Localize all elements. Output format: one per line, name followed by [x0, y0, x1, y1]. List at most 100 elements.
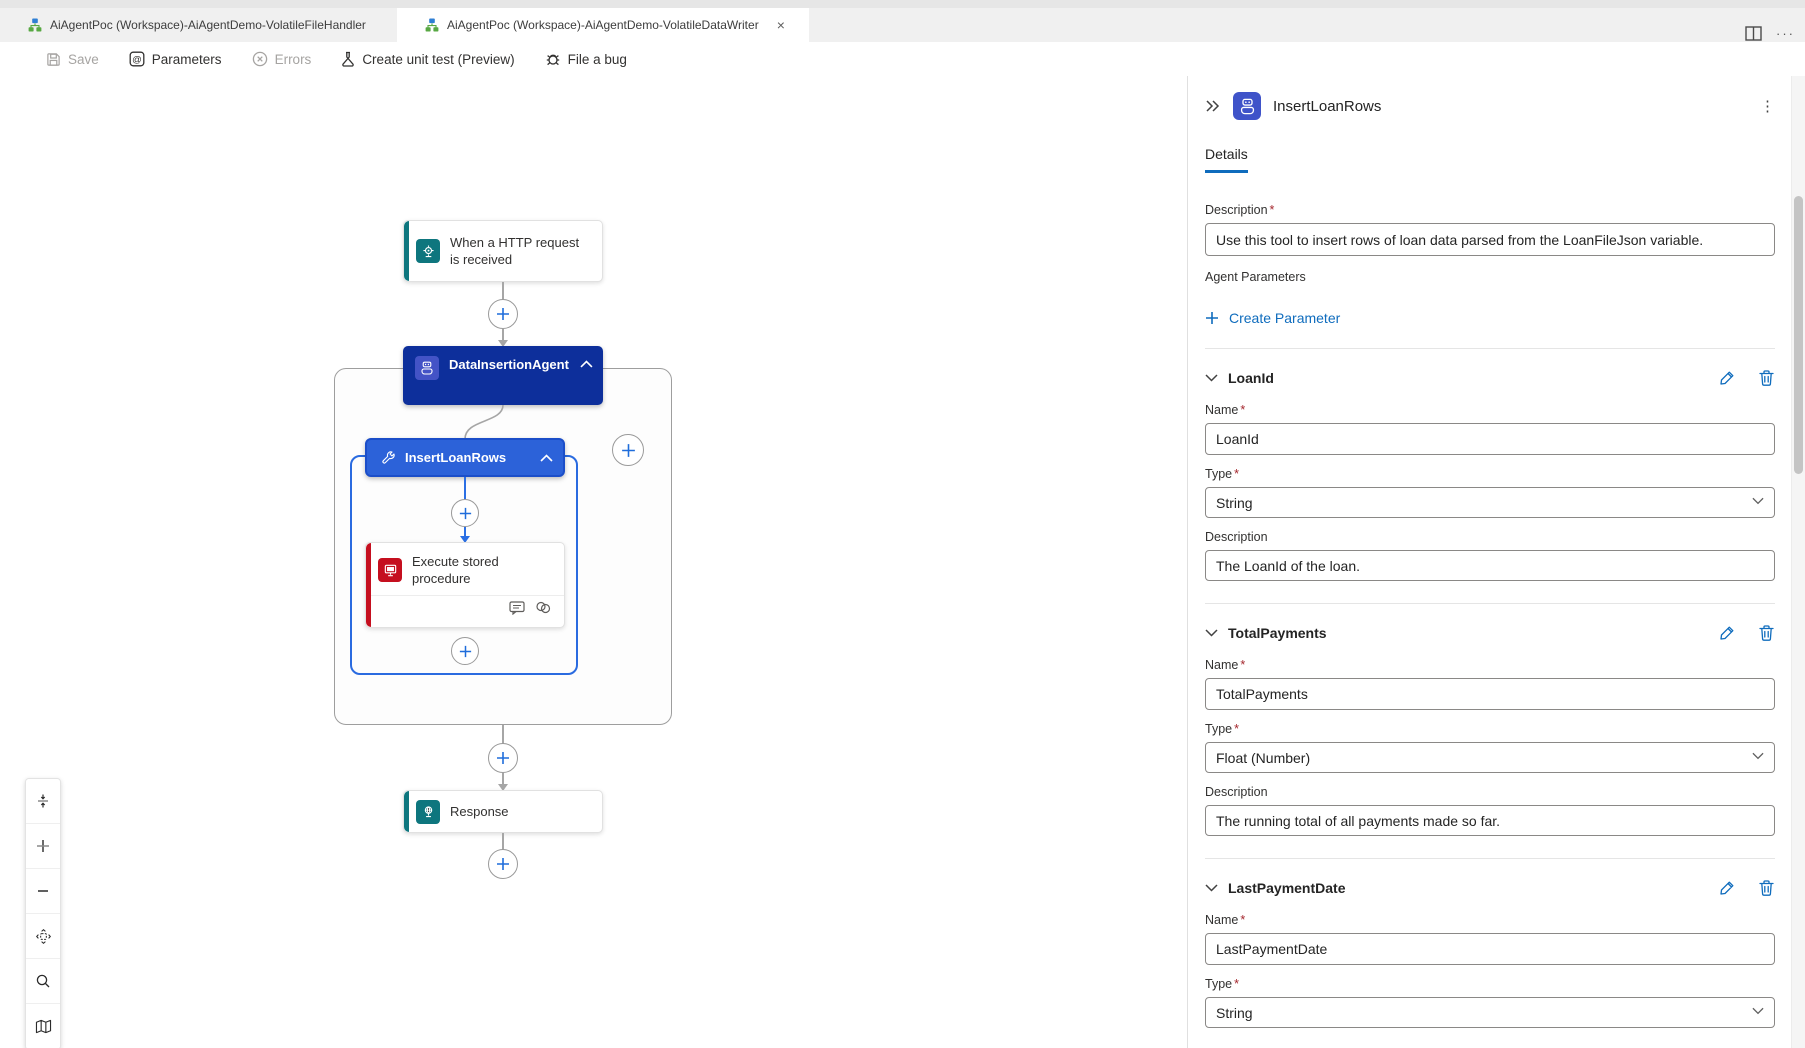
- pencil-icon: [1720, 626, 1734, 640]
- pan-mode-button[interactable]: [26, 914, 60, 959]
- edit-parameter-button[interactable]: [1718, 369, 1736, 387]
- param-description-input[interactable]: [1205, 550, 1775, 581]
- fit-to-window-button[interactable]: [26, 779, 60, 824]
- minimap-button[interactable]: [26, 1004, 60, 1048]
- agent-parameters-label: Agent Parameters: [1205, 270, 1306, 284]
- chevron-down-icon: [1752, 1007, 1764, 1015]
- delete-parameter-button[interactable]: [1758, 624, 1775, 642]
- trigger-node-when-http-request-received[interactable]: When a HTTP request is received: [403, 220, 603, 282]
- param-description-input[interactable]: [1205, 805, 1775, 836]
- chevron-down-icon[interactable]: [1205, 884, 1218, 892]
- tab-volatile-file-handler[interactable]: AiAgentPoc (Workspace)-AiAgentDemo-Volat…: [0, 8, 397, 42]
- add-action-in-tool-button[interactable]: [451, 499, 479, 527]
- type-label: Type *: [1205, 977, 1239, 991]
- edit-parameter-button[interactable]: [1718, 624, 1736, 642]
- file-bug-label: File a bug: [567, 51, 627, 67]
- editor-tab-bar: AiAgentPoc (Workspace)-AiAgentDemo-Volat…: [0, 8, 1805, 42]
- response-icon: [416, 799, 440, 824]
- param-type-select[interactable]: String: [1205, 997, 1775, 1028]
- param-section-header-loanid[interactable]: LoanId: [1205, 365, 1775, 391]
- panel-scrollbar-thumb[interactable]: [1793, 196, 1803, 474]
- comment-icon[interactable]: [509, 600, 525, 615]
- param-section-header-totalpayments[interactable]: TotalPayments: [1205, 620, 1775, 646]
- action-title: Execute stored procedure: [412, 554, 499, 586]
- zoom-in-icon: [37, 840, 49, 852]
- pencil-icon: [1720, 371, 1734, 385]
- plus-icon: [497, 752, 509, 764]
- add-action-button[interactable]: [488, 849, 518, 879]
- param-name-input[interactable]: [1205, 423, 1775, 455]
- chevron-down-icon: [1752, 497, 1764, 505]
- action-node-execute-stored-procedure[interactable]: Execute stored procedure: [365, 542, 565, 628]
- sql-server-icon: [378, 558, 402, 582]
- add-action-in-tool-button[interactable]: [451, 637, 479, 665]
- tab-label: AiAgentPoc (Workspace)-AiAgentDemo-Volat…: [50, 18, 366, 32]
- param-name-input[interactable]: [1205, 678, 1775, 710]
- add-action-button[interactable]: [488, 299, 518, 329]
- type-label: Type *: [1205, 722, 1239, 736]
- param-name-input[interactable]: [1205, 933, 1775, 965]
- agent-node-datainsertionagent[interactable]: DataInsertionAgent: [403, 346, 603, 405]
- connector-line: [502, 773, 504, 784]
- zoom-in-button[interactable]: [26, 824, 60, 869]
- delete-parameter-button[interactable]: [1758, 879, 1775, 897]
- add-action-button[interactable]: [488, 743, 518, 773]
- trash-icon: [1759, 880, 1774, 896]
- http-request-icon: [416, 239, 440, 263]
- workflow-icon: [28, 18, 42, 32]
- chevron-down-icon[interactable]: [1205, 629, 1218, 637]
- pencil-icon: [1720, 881, 1734, 895]
- tool-node-insertloanrows[interactable]: InsertLoanRows: [365, 438, 565, 477]
- collapse-panel-icon[interactable]: [1205, 99, 1221, 113]
- chevron-up-icon[interactable]: [580, 360, 593, 368]
- svg-text:@: @: [132, 54, 142, 65]
- create-parameter-button[interactable]: Create Parameter: [1205, 310, 1775, 326]
- description-input[interactable]: [1205, 223, 1775, 256]
- tab-volatile-data-writer[interactable]: AiAgentPoc (Workspace)-AiAgentDemo-Volat…: [397, 8, 809, 42]
- param-description-label: Description: [1205, 785, 1268, 799]
- trigger-title: When a HTTP request is received: [450, 235, 580, 267]
- more-actions-icon[interactable]: ···: [1776, 26, 1795, 41]
- file-a-bug-button[interactable]: File a bug: [545, 51, 627, 67]
- beaker-icon: [342, 51, 355, 67]
- parameters-button[interactable]: @ Parameters: [129, 51, 222, 67]
- workflow-canvas[interactable]: When a HTTP request is received DataInse…: [0, 76, 1186, 1048]
- name-label: Name *: [1205, 658, 1246, 672]
- panel-more-icon[interactable]: ⋮: [1760, 97, 1775, 115]
- split-editor-icon[interactable]: [1745, 25, 1762, 41]
- param-description-label: Description: [1205, 530, 1268, 544]
- tab-details[interactable]: Details: [1205, 146, 1248, 173]
- delete-parameter-button[interactable]: [1758, 369, 1775, 387]
- save-button[interactable]: Save: [46, 52, 99, 67]
- action-node-response[interactable]: Response: [403, 790, 603, 833]
- divider: [1205, 858, 1775, 859]
- plus-icon: [497, 308, 509, 320]
- name-label: Name *: [1205, 403, 1246, 417]
- chevron-down-icon[interactable]: [1205, 374, 1218, 382]
- search-button[interactable]: [26, 959, 60, 1004]
- param-type-select[interactable]: String: [1205, 487, 1775, 518]
- zoom-out-button[interactable]: [26, 869, 60, 914]
- type-label: Type *: [1205, 467, 1239, 481]
- connection-icon[interactable]: [535, 601, 552, 614]
- response-title: Response: [450, 804, 509, 819]
- trash-icon: [1759, 370, 1774, 386]
- edit-parameter-button[interactable]: [1718, 879, 1736, 897]
- chevron-up-icon[interactable]: [540, 453, 553, 462]
- errors-button[interactable]: Errors: [252, 51, 311, 67]
- chevron-down-icon: [1752, 752, 1764, 760]
- wrench-icon: [382, 451, 395, 464]
- description-label: Description *: [1205, 203, 1275, 217]
- agent-title: DataInsertionAgent: [449, 357, 569, 372]
- add-tool-button[interactable]: [612, 434, 644, 466]
- designer-toolbar: Save @ Parameters Errors Create unit tes…: [0, 42, 1805, 76]
- tab-close-icon[interactable]: ×: [777, 18, 785, 32]
- param-section-header-lastpaymentdate[interactable]: LastPaymentDate: [1205, 875, 1775, 901]
- param-section-title: TotalPayments: [1228, 625, 1327, 641]
- workflow-icon: [425, 18, 439, 32]
- panel-scrollbar[interactable]: [1791, 76, 1805, 1048]
- window-top-strip: [0, 0, 1805, 8]
- create-unit-test-button[interactable]: Create unit test (Preview): [341, 51, 515, 67]
- error-circle-icon: [252, 51, 267, 67]
- param-type-select[interactable]: Float (Number): [1205, 742, 1775, 773]
